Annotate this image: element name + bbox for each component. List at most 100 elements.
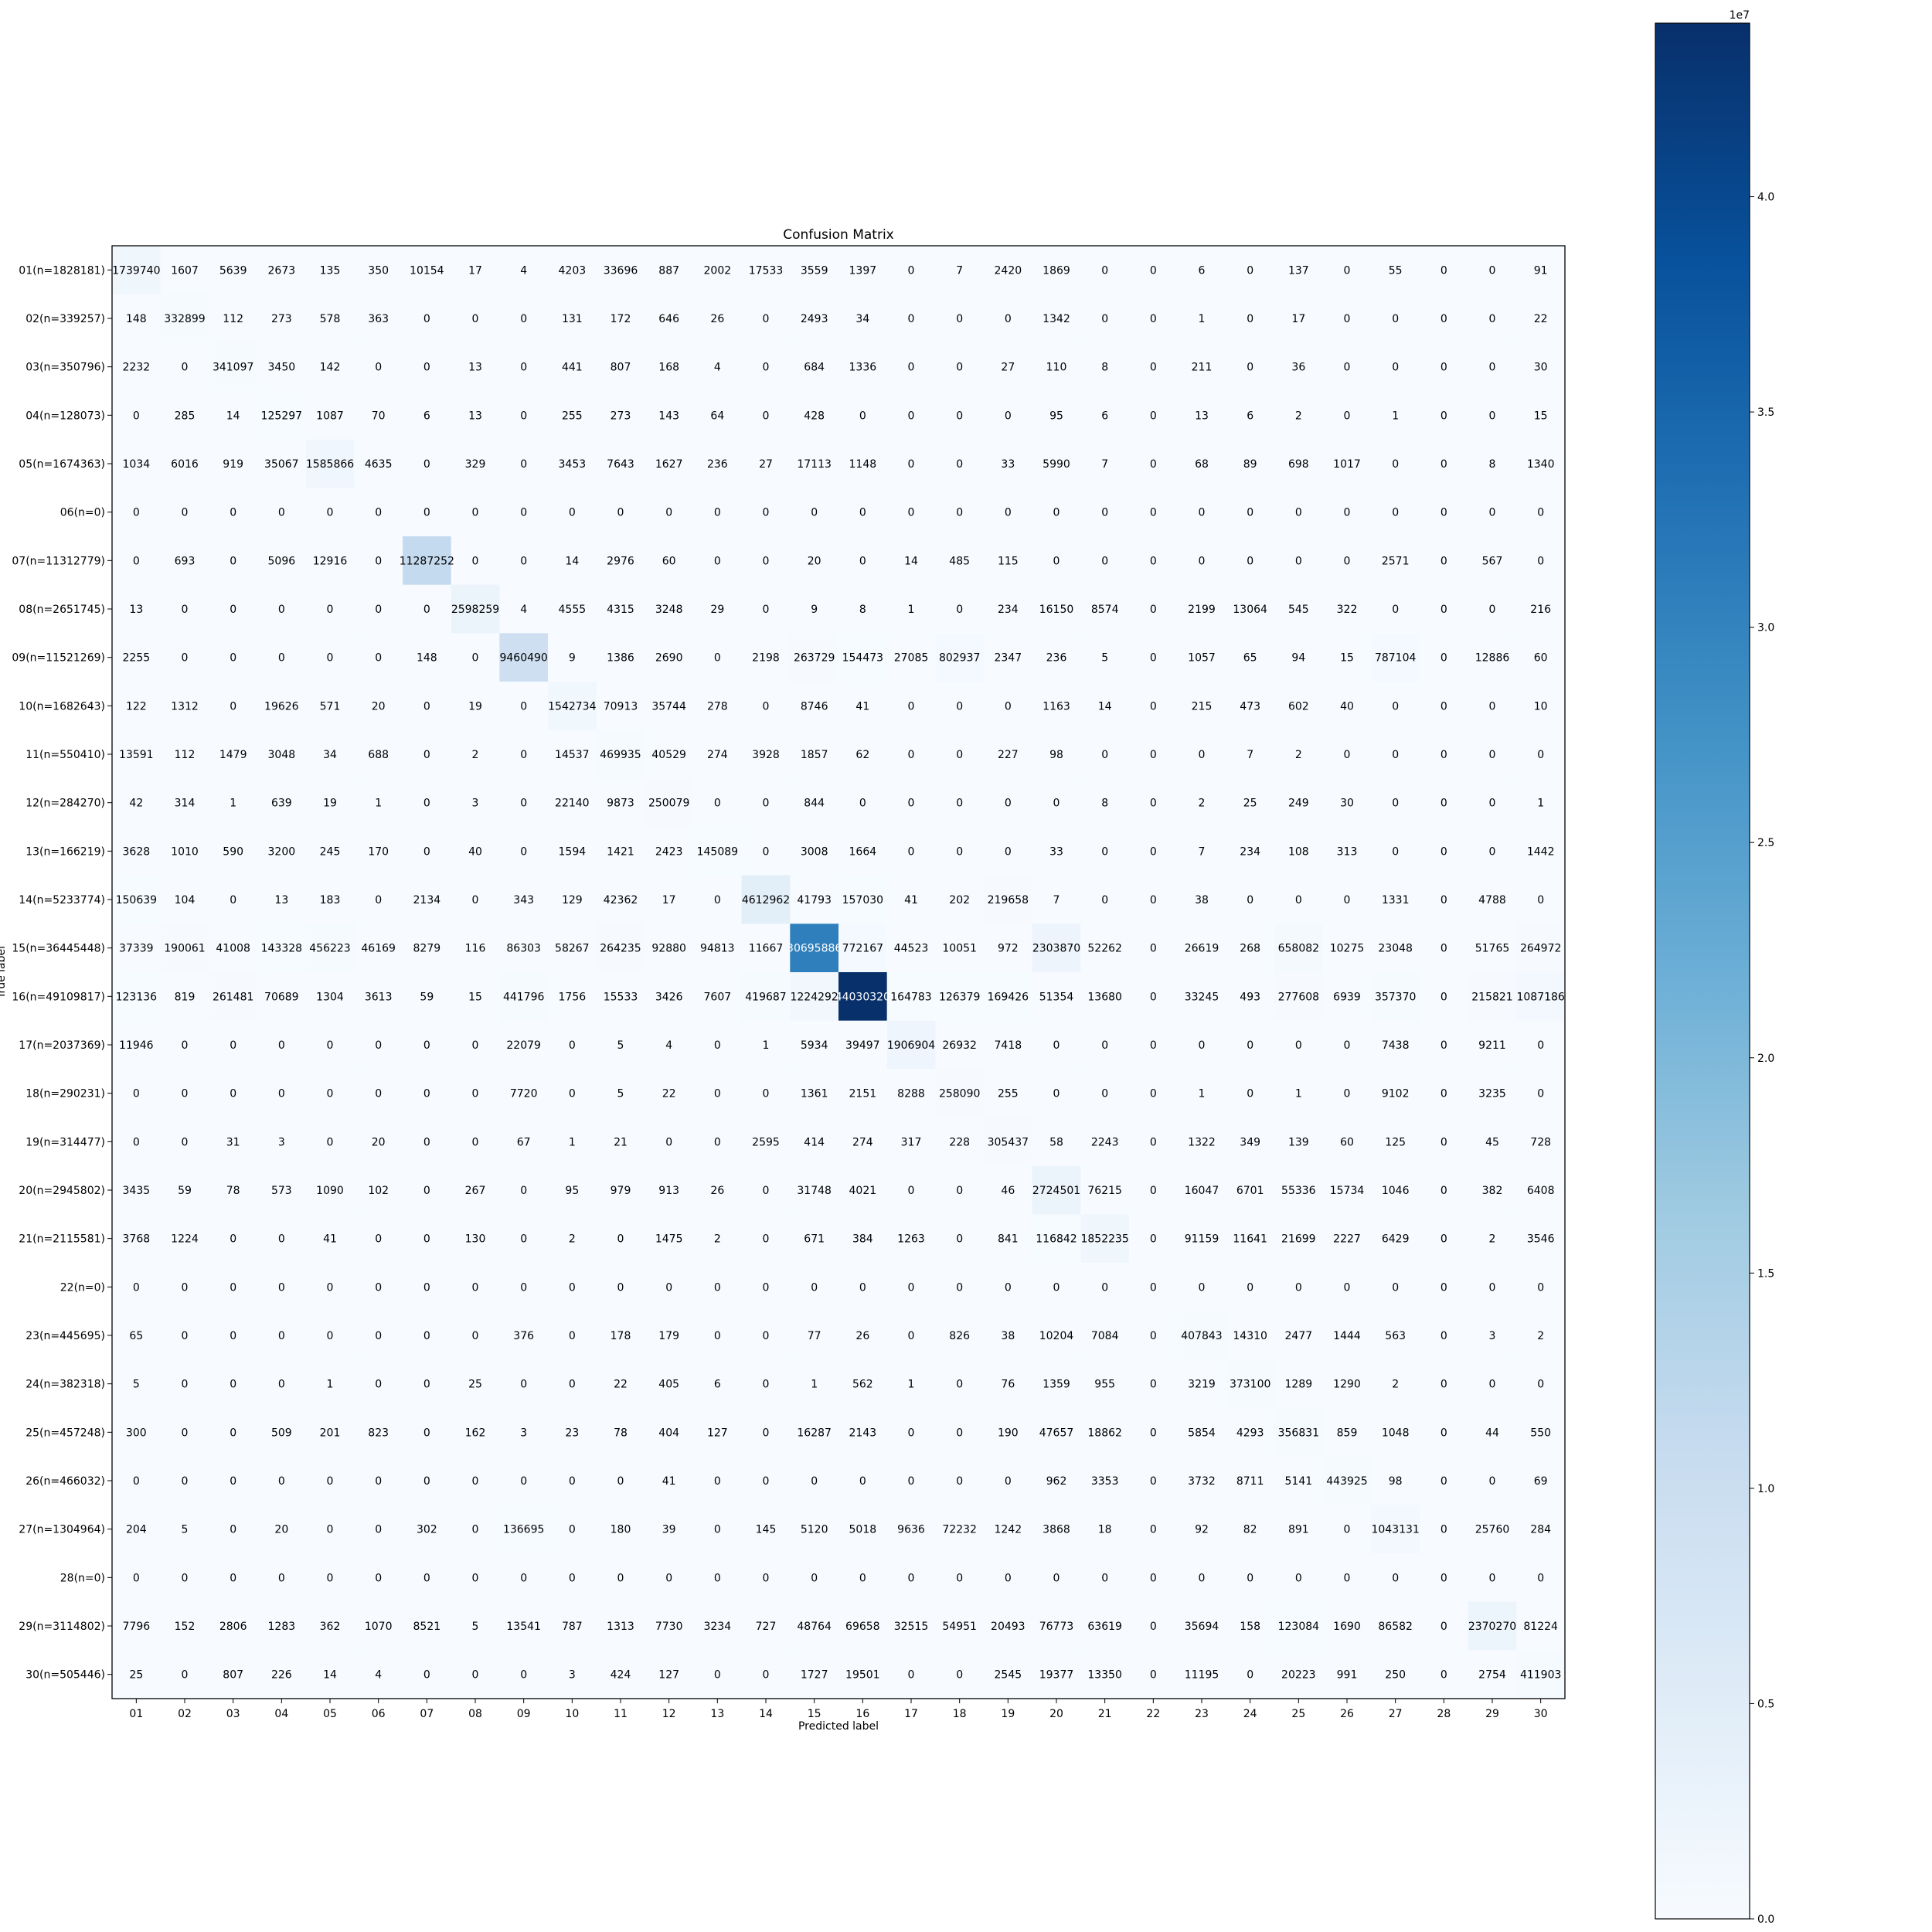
cell-value-label: 602: [1288, 700, 1309, 713]
cell-value-label: 658082: [1278, 943, 1319, 955]
x-tick-label: 27: [1389, 1708, 1403, 1720]
cell-value-label: 0: [1005, 798, 1012, 810]
cell-value-label: 0: [230, 652, 236, 665]
cell-value-label: 37339: [119, 943, 154, 955]
cell-value-label: 382: [1482, 1185, 1503, 1197]
colorbar: [1655, 22, 1750, 1920]
cell-value-label: 0: [1150, 798, 1157, 810]
cell-value-label: 0: [1440, 845, 1447, 858]
cell-value-label: 40529: [651, 749, 686, 761]
cell-value-label: 1906904: [887, 1039, 935, 1052]
cell-value-label: 5096: [268, 555, 296, 567]
cell-value-label: 0: [1199, 1281, 1206, 1294]
cell-value-label: 20: [808, 555, 821, 567]
cell-value-label: 1442: [1527, 845, 1555, 858]
cell-value-label: 0: [182, 1572, 189, 1584]
cell-value-label: 55: [1389, 264, 1403, 277]
cell-value-label: 0: [1440, 798, 1447, 810]
cell-value-label: 2: [1489, 1233, 1496, 1246]
cell-value-label: 32515: [894, 1621, 929, 1633]
cell-value-label: 22: [614, 1379, 628, 1391]
cell-value-label: 40: [1340, 700, 1354, 713]
cell-value-label: 0: [569, 1379, 576, 1391]
cell-value-label: 115: [998, 555, 1019, 567]
colorbar-tick-label: 1.5: [1757, 1267, 1774, 1280]
cell-value-label: 8746: [801, 700, 828, 713]
cell-value-label: 18: [1098, 1524, 1112, 1536]
cell-value-label: 0: [278, 1088, 285, 1100]
cell-value-label: 573: [271, 1185, 292, 1197]
cell-value-label: 34: [855, 313, 869, 325]
cell-value-label: 0: [1440, 410, 1447, 422]
cell-value-label: 9: [569, 652, 576, 665]
cell-value-label: 0: [859, 1572, 866, 1584]
cell-value-label: 12916: [313, 555, 348, 567]
cell-value-label: 234: [1240, 845, 1260, 858]
cell-value-label: 1046: [1382, 1185, 1410, 1197]
cell-value-label: 0: [327, 1039, 334, 1052]
cell-value-label: 10275: [1330, 943, 1365, 955]
cell-value-label: 1: [569, 1136, 576, 1148]
cell-value-label: 46: [1001, 1185, 1015, 1197]
cell-value-label: 0: [1247, 313, 1253, 325]
cell-value-label: 441: [562, 362, 583, 374]
cell-value-label: 40: [468, 845, 482, 858]
cell-value-label: 17: [662, 894, 676, 906]
cell-value-label: 0: [1344, 1088, 1351, 1100]
cell-value-label: 2: [714, 1233, 721, 1246]
cell-value-label: 787: [562, 1621, 583, 1633]
cell-value-label: 0: [1005, 1475, 1012, 1488]
y-axis-label: True label: [0, 946, 8, 999]
y-tick-label: 02(n=339257): [26, 313, 105, 325]
cell-value-label: 249: [1288, 798, 1309, 810]
cell-value-label: 25760: [1475, 1524, 1510, 1536]
cell-value-label: 0: [1150, 700, 1157, 713]
cell-value-label: 0: [1150, 1185, 1157, 1197]
cell-value-label: 0: [956, 1475, 963, 1488]
x-tick-label: 21: [1098, 1708, 1112, 1720]
cell-value-label: 70: [372, 410, 386, 422]
cell-value-label: 0: [1295, 894, 1302, 906]
cell-value-label: 2: [1537, 1330, 1544, 1342]
cell-value-label: 0: [1392, 604, 1399, 616]
cell-value-label: 135: [320, 264, 341, 277]
cell-value-label: 42: [129, 798, 143, 810]
cell-value-label: 17: [468, 264, 482, 277]
cell-value-label: 2370270: [1468, 1621, 1516, 1633]
cell-value-label: 2303870: [1032, 943, 1080, 955]
cell-value-label: 728: [1530, 1136, 1551, 1148]
cell-value-label: 0: [1537, 507, 1544, 519]
cell-value-label: 563: [1385, 1330, 1406, 1342]
cell-value-label: 1386: [607, 652, 634, 665]
cell-value-label: 21699: [1281, 1233, 1316, 1246]
cell-value-label: 0: [182, 1475, 189, 1488]
cell-value-label: 0: [1440, 1572, 1447, 1584]
cell-value-label: 4612962: [742, 894, 790, 906]
cell-value-label: 698: [1288, 458, 1309, 471]
cell-value-label: 126379: [939, 991, 980, 1003]
cell-value-label: 44523: [894, 943, 929, 955]
cell-value-label: 1: [908, 1379, 915, 1391]
cell-value-label: 1542734: [548, 700, 596, 713]
x-tick-label: 16: [855, 1708, 869, 1720]
cell-value-label: 0: [182, 1669, 189, 1682]
cell-value-label: 0: [908, 1669, 915, 1682]
cell-value-label: 3248: [655, 604, 683, 616]
cell-value-label: 0: [1101, 1572, 1108, 1584]
cell-value-label: 178: [611, 1330, 631, 1342]
cell-value-label: 0: [1489, 798, 1496, 810]
cell-value-label: 0: [763, 410, 770, 422]
cell-value-label: 443925: [1326, 1475, 1367, 1488]
x-tick-label: 09: [517, 1708, 531, 1720]
cell-value-label: 1397: [849, 264, 877, 277]
cell-value-label: 94813: [700, 943, 735, 955]
cell-value-label: 30695886: [787, 943, 842, 955]
cell-value-label: 76215: [1087, 1185, 1122, 1197]
x-tick-label: 29: [1485, 1708, 1499, 1720]
cell-value-label: 0: [1392, 458, 1399, 471]
cell-value-label: 0: [1247, 1039, 1253, 1052]
cell-value-label: 0: [617, 1572, 624, 1584]
cell-value-label: 0: [1440, 700, 1447, 713]
cell-value-label: 0: [472, 555, 479, 567]
cell-value-label: 0: [908, 264, 915, 277]
